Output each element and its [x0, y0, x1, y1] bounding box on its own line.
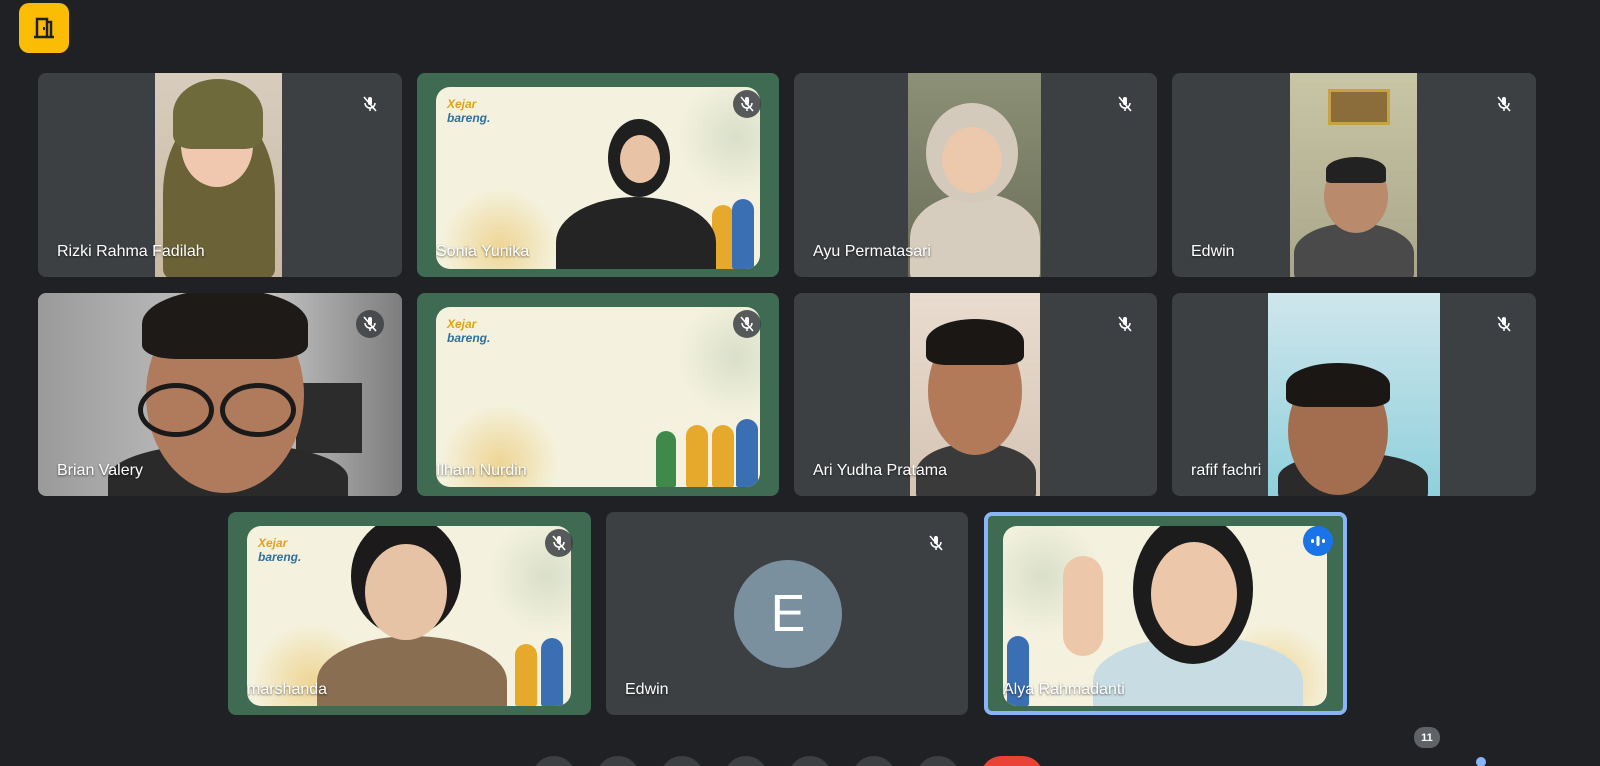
participant-name: rafif fachri [1191, 462, 1262, 479]
mic-off-icon [1111, 310, 1139, 338]
meeting-door-icon[interactable] [19, 3, 69, 53]
participant-name: marshanda [247, 681, 328, 698]
brand-logo: Xejar bareng. [447, 97, 491, 125]
virtual-background: Xejar bareng. [247, 526, 571, 706]
brand-logo: Xejar bareng. [258, 536, 302, 564]
brand-logo: Xejar bareng. [447, 317, 491, 345]
participant-tile-marshanda[interactable]: Xejar bareng. marshanda [228, 512, 591, 715]
participant-name: Ari Yudha Pratama [813, 462, 948, 479]
participant-name: Edwin [625, 681, 669, 698]
mic-off-icon [733, 310, 761, 338]
participant-tile-ilham[interactable]: Xejar bareng. Ilham Nurdin [417, 293, 779, 496]
meeting-screen: Rizki Rahma Fadilah Xejar bareng. Sonia Y… [0, 0, 1600, 766]
participant-tile-ayu[interactable]: Ayu Permatasari [794, 73, 1157, 277]
present-button[interactable] [788, 756, 832, 766]
participant-name: Ilham Nurdin [436, 462, 527, 479]
raise-hand-button[interactable] [724, 756, 768, 766]
mic-off-icon [1111, 90, 1139, 118]
virtual-background: Xejar bareng. [436, 87, 760, 269]
participant-tile-sonia[interactable]: Xejar bareng. Sonia Yunika [417, 73, 779, 277]
participant-tile-alya[interactable]: Alya Rahmadanti [984, 512, 1347, 715]
participant-tile-ari[interactable]: Ari Yudha Pratama [794, 293, 1157, 496]
participant-tile-edwin-avatar[interactable]: E Edwin [606, 512, 968, 715]
mic-off-icon [545, 529, 573, 557]
participant-name: Brian Valery [57, 462, 143, 479]
participant-tile-rafif[interactable]: rafif fachri [1172, 293, 1536, 496]
participant-name: Alya Rahmadanti [1003, 681, 1125, 698]
captions-button[interactable] [660, 756, 704, 766]
participant-tile-rizki[interactable]: Rizki Rahma Fadilah [38, 73, 402, 277]
virtual-background: Xejar bareng. [436, 307, 760, 487]
reactions-button[interactable] [916, 756, 960, 766]
participant-count-badge: 11 [1414, 727, 1440, 748]
participant-name: Ayu Permatasari [813, 243, 931, 260]
participant-video [1268, 293, 1440, 496]
mic-off-icon [356, 310, 384, 338]
participant-tile-edwin[interactable]: Edwin [1172, 73, 1536, 277]
virtual-background [1003, 526, 1327, 706]
participant-name: Rizki Rahma Fadilah [57, 243, 205, 260]
participant-tile-brian[interactable]: Brian Valery [38, 293, 402, 496]
toggle-mic-button[interactable] [532, 756, 576, 766]
mic-off-icon [733, 90, 761, 118]
participant-name: Sonia Yunika [436, 243, 530, 260]
mic-off-icon [1490, 90, 1518, 118]
speaking-indicator-icon [1303, 526, 1333, 556]
mic-off-icon [922, 529, 950, 557]
participant-name: Edwin [1191, 243, 1235, 260]
mic-off-icon [1490, 310, 1518, 338]
call-controls [0, 740, 1600, 766]
activity-dot [1476, 757, 1486, 766]
toggle-camera-button[interactable] [596, 756, 640, 766]
participant-video [1290, 73, 1417, 277]
avatar: E [734, 560, 842, 668]
end-call-button[interactable] [980, 756, 1044, 766]
mic-off-icon [356, 90, 384, 118]
more-options-button[interactable] [852, 756, 896, 766]
